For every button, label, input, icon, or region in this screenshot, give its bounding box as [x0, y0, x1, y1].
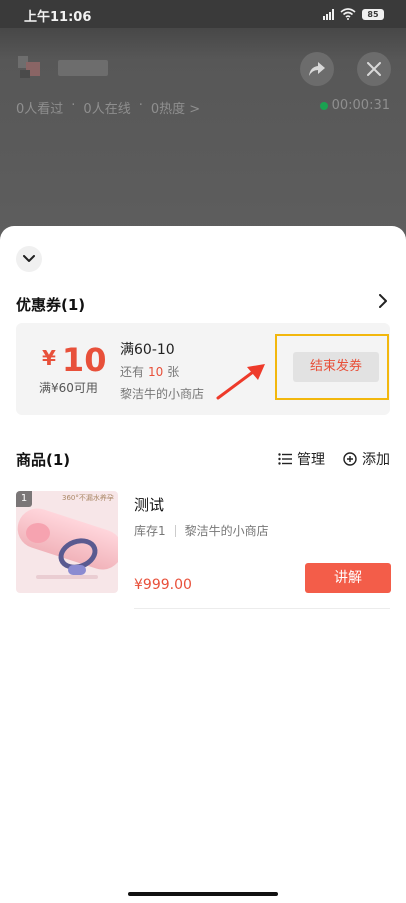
wifi-icon: [340, 8, 356, 20]
coupon-condition: 满¥60可用: [39, 381, 98, 395]
coupon-title: 满60-10: [120, 342, 175, 358]
collapse-button[interactable]: [16, 246, 42, 272]
product-index-badge: 1: [16, 491, 32, 507]
coupon-shop: 黎洁牛的小商店: [120, 387, 205, 401]
coupon-card[interactable]: ¥10 满¥60可用 满60-10 还有 10 张 黎洁牛的小商店 结束发券: [16, 323, 390, 415]
product-stock: 库存1: [134, 524, 166, 538]
divider: [134, 608, 390, 609]
product-price: ¥999.00: [134, 577, 192, 593]
product-name[interactable]: 测试: [134, 494, 164, 515]
product-shop: 黎洁牛的小商店: [184, 524, 269, 538]
close-button[interactable]: [357, 52, 391, 86]
explain-button[interactable]: 讲解: [305, 563, 391, 593]
arrow-annotation-icon: [216, 364, 265, 400]
timer-text: 00:00:31: [331, 98, 390, 113]
goods-section-title: 商品(1): [16, 451, 71, 469]
online-count: 0人在线: [83, 102, 131, 117]
share-button[interactable]: [300, 52, 334, 86]
status-bar: 上午11:06 85: [0, 0, 406, 28]
manage-button[interactable]: 管理: [278, 449, 325, 469]
product-image-caption: 360°不漏水养孕: [62, 494, 114, 502]
bottom-sheet: 优惠券(1) ¥10 满¥60可用 满60-10 还有 10 张 黎洁牛的小商店 结…: [0, 226, 406, 903]
product-meta: 库存1 黎洁牛的小商店: [134, 522, 269, 539]
status-icons: 85: [323, 6, 384, 22]
coupon-amount: ¥10: [42, 341, 107, 379]
status-time: 上午11:06: [24, 10, 92, 25]
add-button[interactable]: 添加: [343, 449, 390, 469]
product-image[interactable]: 360°不漏水养孕 1: [16, 491, 118, 593]
goods-actions: 管理 添加: [278, 449, 390, 469]
add-label: 添加: [362, 452, 390, 468]
chevron-right-icon[interactable]: [379, 294, 388, 308]
coupon-section-title: 优惠券(1): [16, 296, 86, 314]
manage-label: 管理: [297, 452, 325, 468]
live-stats: 0人看过 · 0人在线 · 0热度 >: [16, 98, 201, 117]
signal-icon: [323, 8, 334, 20]
heat-link[interactable]: 0热度 >: [151, 98, 200, 117]
live-room-background: 上午11:06 85 0人看过 · 0人在线 · 0热度 > 00:00:31: [0, 0, 406, 240]
end-coupon-button[interactable]: 结束发券: [293, 352, 379, 382]
chevron-down-icon: [23, 255, 35, 262]
live-timer: 00:00:31: [319, 98, 390, 113]
share-icon: [309, 62, 325, 76]
viewed-count: 0人看过: [16, 102, 64, 117]
add-circle-icon: [343, 452, 357, 466]
home-indicator[interactable]: [128, 892, 278, 896]
coupon-remaining: 还有 10 张: [120, 365, 180, 379]
host-name-blurred: [58, 60, 108, 76]
host-avatar[interactable]: [18, 56, 48, 80]
battery-indicator: 85: [362, 8, 384, 20]
close-icon: [367, 62, 381, 76]
live-status-dot: [319, 101, 328, 110]
list-icon: [278, 453, 292, 465]
